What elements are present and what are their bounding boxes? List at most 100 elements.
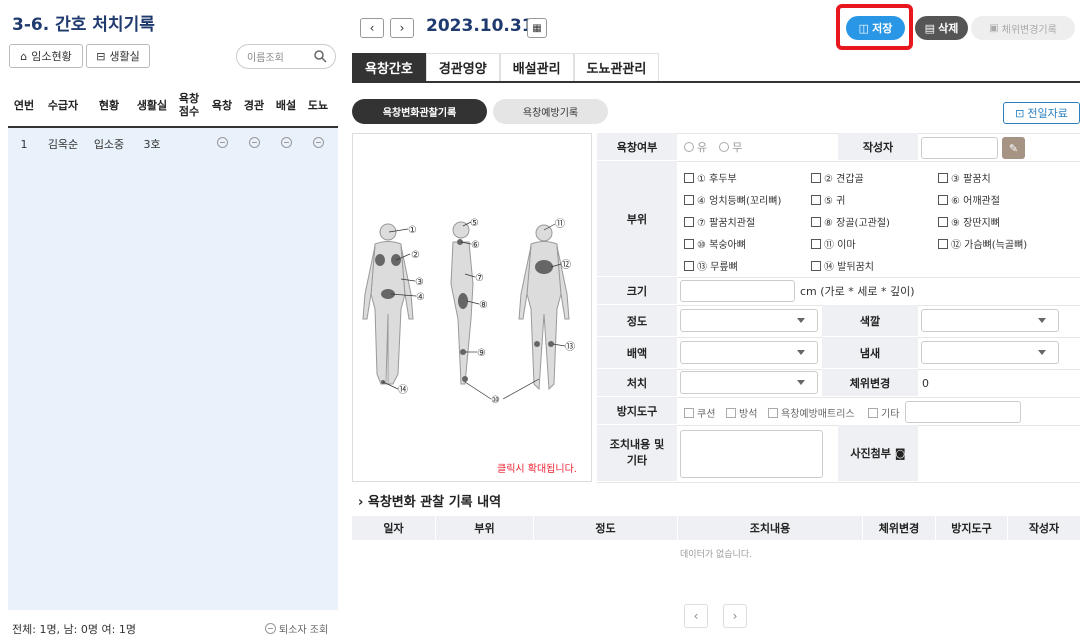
device-seat-checkbox[interactable]: 방석 <box>726 405 757 420</box>
hist-col-position: 체위변경 <box>863 516 936 540</box>
living-room-label: 생활실 <box>109 50 140 63</box>
subtab-prevention[interactable]: 욕창예방기록 <box>493 99 608 124</box>
site-checkbox-6[interactable]: ⑥ 어깨관절 <box>938 192 1000 207</box>
row-room: 3호 <box>143 138 161 151</box>
position-change-field-label: 체위변경 <box>822 369 918 397</box>
size-unit: cm (가로 * 세로 * 깊이) <box>800 285 915 298</box>
tab-catheter[interactable]: 도뇨관관리 <box>573 53 660 81</box>
tab-tube-feeding[interactable]: 경관영양 <box>425 53 500 81</box>
retired-search-button[interactable]: 퇴소자 조회 <box>265 621 328 636</box>
site-checkbox-4[interactable]: ④ 엉치등뼈(꼬리뼈) <box>684 192 781 207</box>
color-select[interactable] <box>921 309 1059 332</box>
site-checkbox-8[interactable]: ⑧ 장골(고관절) <box>811 214 890 229</box>
presence-yes-label: 유 <box>697 141 708 154</box>
odor-select[interactable] <box>921 341 1059 364</box>
site-checkbox-11[interactable]: ⑪ 이마 <box>811 236 856 251</box>
action-textarea[interactable] <box>680 430 823 478</box>
device-cushion-checkbox[interactable]: 쿠션 <box>684 405 715 420</box>
marker-7: ⑦ <box>475 273 484 284</box>
writer-select-button[interactable]: ✎ <box>1002 137 1025 159</box>
col-room: 생활실 <box>136 99 168 112</box>
history-next-page-button[interactable]: › <box>723 604 747 628</box>
search-input[interactable]: 이름조회 <box>236 44 336 69</box>
marker-13: ⑬ <box>565 341 575 353</box>
site-label: 부위 <box>597 161 677 277</box>
photo-attach-label: 사진첨부 ◙ <box>838 425 918 482</box>
chevron-left-icon: ‹ <box>369 21 375 35</box>
device-other-checkbox[interactable]: 기타 <box>868 405 899 420</box>
tab-bedsore-care[interactable]: 욕창간호 <box>352 53 426 81</box>
treatment-select[interactable] <box>680 371 818 394</box>
row-name: 김옥순 <box>47 138 79 151</box>
site-checkbox-9[interactable]: ⑨ 장딴지뼈 <box>938 214 1000 229</box>
user-icon: ✎ <box>1008 141 1019 155</box>
table-row[interactable]: 1 김옥순 입소중 3호 <box>8 128 338 160</box>
site-checkbox-14[interactable]: ⑭ 발뒤꿈치 <box>811 258 874 273</box>
save-button[interactable]: ◫ 저장 <box>846 16 905 40</box>
discharge-label: 배액 <box>597 337 677 369</box>
site-checkbox-10[interactable]: ⑩ 복숭아뼈 <box>684 236 746 251</box>
home-icon: ⌂ <box>20 49 28 63</box>
site-checkbox-1[interactable]: ① 후두부 <box>684 170 737 185</box>
tab-excretion[interactable]: 배설관리 <box>499 53 574 81</box>
degree-select[interactable] <box>680 309 818 332</box>
history-empty: 데이터가 없습니다. <box>680 550 752 560</box>
hist-col-action: 조치내용 <box>678 516 863 540</box>
chevron-down-icon <box>797 350 805 355</box>
current-date: 2023.10.31 <box>426 16 534 36</box>
next-date-button[interactable]: › <box>390 18 414 38</box>
body-map-panel[interactable]: ① ② ③ ④ ⑤ ⑥ ⑦ ⑧ ⑨ ⑩ ⑪ ⑫ ⑬ ⑭ <box>352 133 592 482</box>
presence-no-label: 무 <box>732 141 743 154</box>
col-bedsore: 욕창 <box>211 99 233 112</box>
living-room-button[interactable]: ⊟ 생활실 <box>86 44 150 68</box>
size-input[interactable] <box>680 280 795 302</box>
marker-12: ⑫ <box>561 259 571 271</box>
chevron-down-icon <box>1038 318 1046 323</box>
marker-6: ⑥ <box>471 240 480 251</box>
site-checkbox-3[interactable]: ③ 팔꿈치 <box>938 170 991 185</box>
marker-2: ② <box>411 250 420 261</box>
col-tube: 경관 <box>243 99 265 112</box>
site-checkbox-7[interactable]: ⑦ 팔꿈치관절 <box>684 214 755 229</box>
hist-col-site: 부위 <box>436 516 534 540</box>
site-checkbox-2[interactable]: ② 견갑골 <box>811 170 864 185</box>
history-prev-page-button[interactable]: ‹ <box>684 604 708 628</box>
delete-label: 삭제 <box>938 22 959 35</box>
main-tabs: 욕창간호 경관영양 배설관리 도뇨관관리 <box>352 53 1080 83</box>
site-checkbox-12[interactable]: ⑫ 가슴뼈(늑골뼈) <box>938 236 1027 251</box>
chevron-right-icon: › <box>358 495 364 510</box>
chevron-right-icon: › <box>399 21 405 35</box>
row-status: 입소중 <box>93 138 125 151</box>
calendar-button[interactable]: ▦ <box>527 18 547 38</box>
subtab-observation[interactable]: 욕창변화관찰기록 <box>352 99 487 124</box>
site-checkbox-5[interactable]: ⑤ 귀 <box>811 192 845 207</box>
size-label: 크기 <box>597 277 677 305</box>
writer-label: 작성자 <box>838 133 918 161</box>
previous-day-label: 전일자료 <box>1027 107 1068 120</box>
camera-icon[interactable]: ◙ <box>895 447 906 460</box>
previous-day-data-button[interactable]: ⊡ 전일자료 <box>1003 102 1080 124</box>
writer-input[interactable] <box>921 137 998 159</box>
device-mattress-checkbox[interactable]: 욕창예방매트리스 <box>768 405 855 420</box>
prev-date-button[interactable]: ‹ <box>360 18 384 38</box>
hist-col-device: 방지도구 <box>936 516 1008 540</box>
position-change-record-button[interactable]: ▣ 체위변경기록 <box>971 16 1075 40</box>
site-checkbox-13[interactable]: ⑬ 무릎뼈 <box>684 258 738 273</box>
marker-8: ⑧ <box>479 300 488 311</box>
discharge-select[interactable] <box>680 341 818 364</box>
body-diagram[interactable]: ① ② ③ ④ ⑤ ⑥ ⑦ ⑧ ⑨ ⑩ ⑪ ⑫ ⑬ ⑭ <box>353 134 591 481</box>
admission-status-button[interactable]: ⌂ 임소현황 <box>9 44 83 68</box>
delete-button[interactable]: ▤ 삭제 <box>915 16 968 40</box>
excretion-status-icon <box>280 137 292 148</box>
position-change-label: 체위변경기록 <box>1001 24 1057 36</box>
color-label: 색깔 <box>822 305 918 337</box>
presence-yes-radio[interactable] <box>684 142 694 152</box>
search-icon[interactable] <box>314 50 327 63</box>
presence-no-radio[interactable] <box>719 142 730 152</box>
bedsore-status-icon <box>216 137 228 148</box>
chevron-right-icon: › <box>732 609 738 623</box>
device-other-input[interactable] <box>905 401 1021 423</box>
degree-label: 정도 <box>597 305 677 337</box>
chevron-left-icon: ‹ <box>693 609 699 623</box>
marker-10: ⑩ <box>491 395 500 406</box>
